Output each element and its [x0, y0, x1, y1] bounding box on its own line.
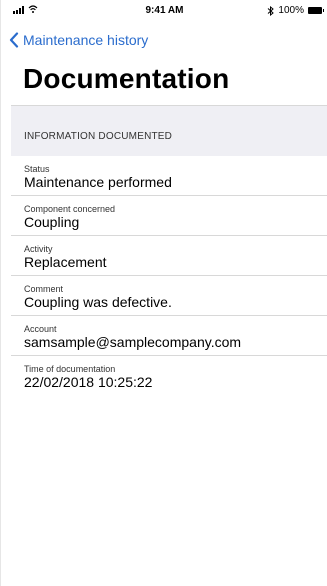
- account-label: Account: [24, 324, 57, 334]
- detail-row-account: Account samsample@samplecompany.com: [11, 316, 327, 356]
- status-value: Maintenance performed: [24, 174, 172, 190]
- activity-label: Activity: [24, 244, 53, 254]
- comment-value: Coupling was defective.: [24, 294, 172, 310]
- bluetooth-icon: [268, 5, 275, 16]
- status-right: 100%: [267, 5, 324, 16]
- component-label: Component concerned: [24, 204, 116, 214]
- status-bar: 9:41 AM 100%: [1, 0, 327, 20]
- time-label: Time of documentation: [24, 364, 116, 374]
- detail-list: Status Maintenance performed Component c…: [11, 156, 327, 395]
- section-header-label: INFORMATION DOCUMENTED: [24, 131, 173, 142]
- detail-row-activity: Activity Replacement: [11, 236, 327, 276]
- time-value: 22/02/2018 10:25:22: [24, 374, 153, 390]
- section-header: INFORMATION DOCUMENTED: [11, 106, 327, 156]
- page-title: Documentation: [23, 63, 230, 94]
- chevron-left-icon: [9, 32, 19, 48]
- battery-icon: [308, 7, 324, 14]
- battery-percent: 100%: [278, 5, 304, 16]
- detail-row-component: Component concerned Coupling: [11, 196, 327, 236]
- account-value: samsample@samplecompany.com: [24, 334, 242, 350]
- detail-row-time: Time of documentation 22/02/2018 10:25:2…: [11, 356, 327, 395]
- detail-row-comment: Comment Coupling was defective.: [11, 276, 327, 316]
- documentation-screen: 9:41 AM 100% Maintenance history Documen…: [0, 0, 327, 586]
- detail-row-status: Status Maintenance performed: [11, 156, 327, 196]
- back-button-label: Maintenance history: [23, 32, 149, 48]
- back-button[interactable]: Maintenance history: [9, 32, 148, 48]
- status-label: Status: [24, 164, 50, 174]
- activity-value: Replacement: [24, 254, 107, 270]
- component-value: Coupling: [24, 214, 80, 230]
- comment-label: Comment: [24, 284, 64, 294]
